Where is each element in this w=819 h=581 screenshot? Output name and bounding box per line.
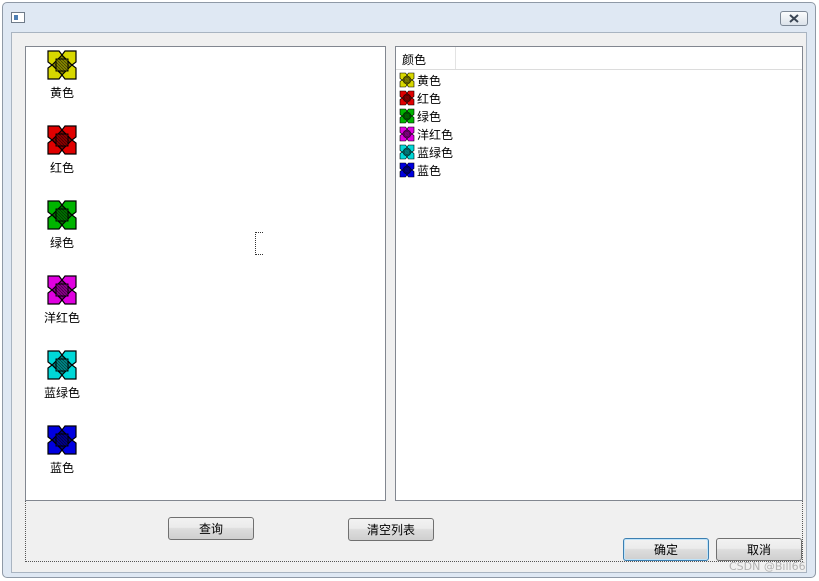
list-row[interactable]: 黄色 <box>399 71 441 89</box>
blue-cross-icon <box>47 425 77 455</box>
list-row-label: 蓝绿色 <box>417 145 454 160</box>
list-row-icon <box>399 108 415 124</box>
focus-rect <box>255 232 263 255</box>
list-row[interactable]: 蓝绿色 <box>399 143 453 161</box>
query-button[interactable]: 查询 <box>168 517 254 540</box>
close-x-icon <box>789 14 799 23</box>
watermark: CSDN @Bill66 <box>729 560 806 573</box>
list-row-icon <box>399 72 415 88</box>
list-row-label: 蓝色 <box>417 163 442 178</box>
title-bar[interactable] <box>3 3 815 31</box>
list-row-label: 黄色 <box>417 73 442 88</box>
icon-view-item-label: 蓝绿色 <box>43 386 80 400</box>
cancel-button[interactable]: 取消 <box>716 538 802 561</box>
red-cross-icon <box>47 125 77 155</box>
icon-view-item-label: 绿色 <box>49 236 74 250</box>
list-row-icon <box>399 90 415 106</box>
cyan-cross-icon <box>47 350 77 380</box>
close-button[interactable] <box>780 11 808 26</box>
icon-view-item-label: 红色 <box>49 161 74 175</box>
list-row-icon <box>399 162 415 178</box>
magenta-cross-icon <box>47 275 77 305</box>
icon-view-item-label: 洋红色 <box>43 311 80 325</box>
icon-view-item[interactable]: 蓝色 <box>34 424 90 482</box>
list-row-label: 红色 <box>417 91 442 106</box>
icon-view-item[interactable]: 红色 <box>34 124 90 182</box>
icon-view-item-label: 蓝色 <box>49 461 74 475</box>
icon-view-item[interactable]: 黄色 <box>34 49 90 107</box>
list-row-label: 洋红色 <box>417 127 454 142</box>
list-row[interactable]: 红色 <box>399 89 441 107</box>
button-area: 查询 清空列表 确定 取消 <box>25 501 803 562</box>
ok-button[interactable]: 确定 <box>623 538 709 561</box>
list-row-icon <box>399 144 415 160</box>
list-row[interactable]: 蓝色 <box>399 161 441 179</box>
column-header-color[interactable]: 颜色 <box>396 47 456 69</box>
dialog-client-area: 黄色 红色 绿色 洋红色 蓝绿色 蓝色 颜色 黄色 红色 绿色 洋红色 蓝绿色 蓝色 查询 清空列表… <box>11 32 807 573</box>
icon-view[interactable]: 黄色红色绿色洋红色蓝绿色蓝色 <box>25 46 386 501</box>
clear-list-button[interactable]: 清空列表 <box>348 518 434 541</box>
app-window-icon[interactable] <box>11 12 25 23</box>
list-row[interactable]: 洋红色 <box>399 125 453 143</box>
icon-view-item[interactable]: 洋红色 <box>34 274 90 332</box>
list-row-icon <box>399 126 415 142</box>
icon-view-item[interactable]: 蓝绿色 <box>34 349 90 407</box>
list-view[interactable]: 颜色 黄色红色绿色洋红色蓝绿色蓝色 <box>395 46 803 501</box>
list-header: 颜色 <box>396 47 802 70</box>
icon-view-item[interactable]: 绿色 <box>34 199 90 257</box>
yellow-cross-icon <box>47 50 77 80</box>
list-row[interactable]: 绿色 <box>399 107 441 125</box>
dialog-window: 黄色 红色 绿色 洋红色 蓝绿色 蓝色 颜色 黄色 红色 绿色 洋红色 蓝绿色 蓝色 查询 清空列表… <box>2 2 816 578</box>
green-cross-icon <box>47 200 77 230</box>
icon-view-item-label: 黄色 <box>49 86 74 100</box>
list-row-label: 绿色 <box>417 109 442 124</box>
